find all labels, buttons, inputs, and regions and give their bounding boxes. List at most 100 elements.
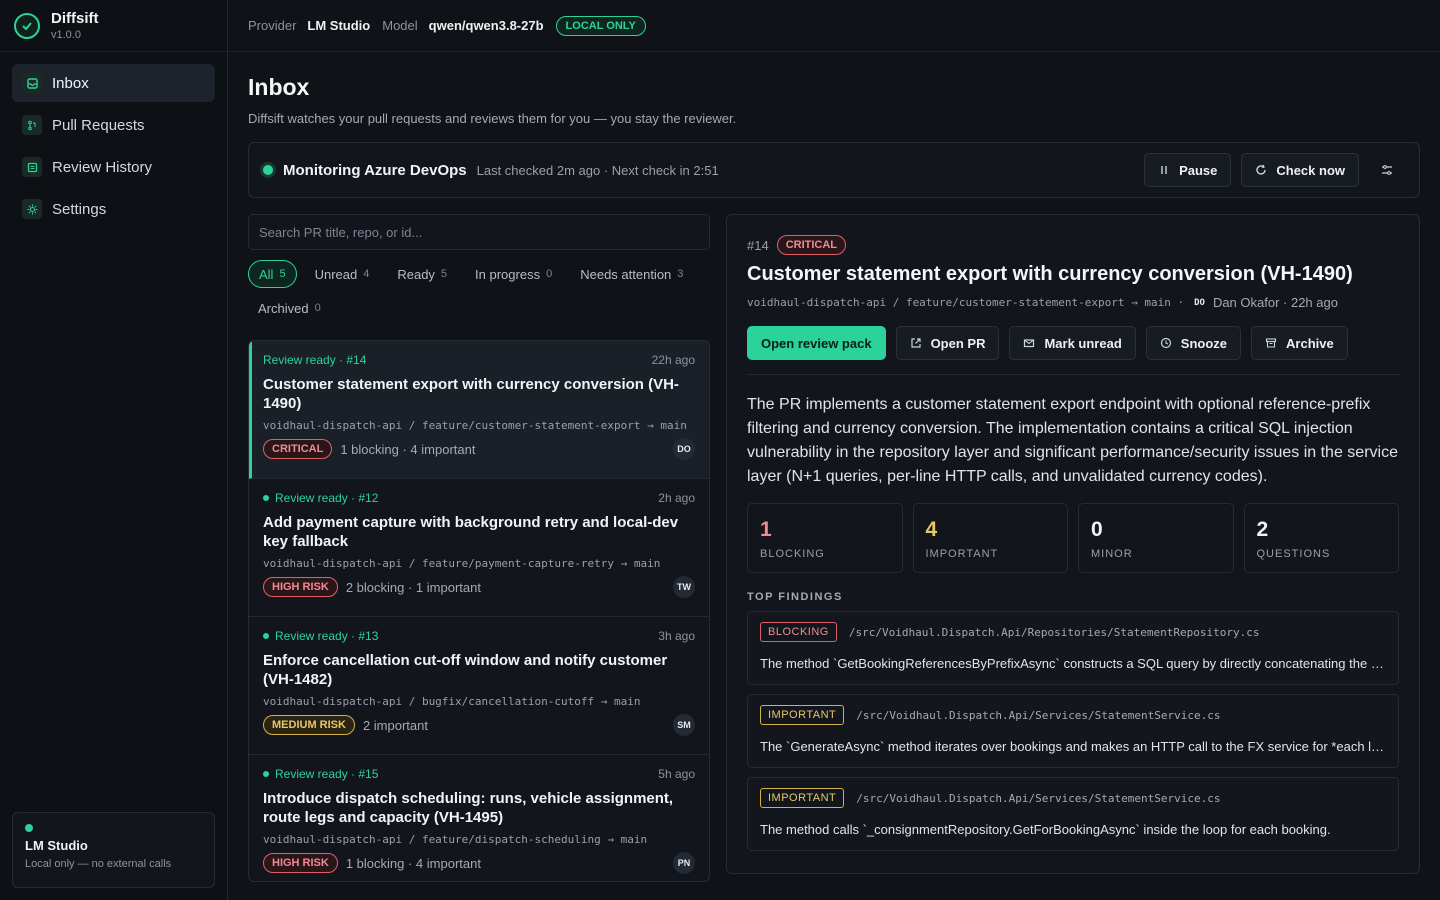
pr-title: Introduce dispatch scheduling: runs, veh… [263, 790, 674, 826]
avatar: SM [673, 714, 695, 736]
filter-archived[interactable]: Archived 0 [248, 294, 331, 322]
finding-path: /src/Voidhaul.Dispatch.Api/Repositories/… [848, 625, 1260, 639]
unread-dot [263, 495, 269, 501]
filter-count: 3 [677, 268, 684, 280]
pr-time: 5h ago [658, 767, 695, 781]
mail-icon [1024, 339, 1035, 348]
filter-needs-attention[interactable]: Needs attention 3 [570, 260, 693, 288]
open-pr-button[interactable]: Open PR [895, 326, 1000, 360]
open-review-pack-button[interactable]: Open review pack [747, 326, 886, 360]
provider-label: Provider [248, 18, 297, 33]
check-now-button[interactable]: Check now [1241, 153, 1359, 187]
provider-subtitle: Local only — no external calls [25, 858, 172, 870]
stat-value: 1 [760, 518, 772, 541]
stat-questions: 2 QUESTIONS [1243, 503, 1399, 573]
provider-status-card: LM Studio Local only — no external calls [12, 812, 215, 888]
finding-path: /src/Voidhaul.Dispatch.Api/Services/Stat… [856, 791, 1221, 805]
pr-list-pane: All 5 Unread 4 Ready 5 In progress 0 Needs a… [248, 214, 710, 882]
main-area: Provider LM Studio Model qwen/qwen3.8-27… [228, 0, 1440, 900]
open-review-label: Open review pack [761, 335, 872, 351]
pr-title: Add payment capture with background retr… [263, 514, 679, 550]
pr-detail-branch: voidhaul-dispatch-api / feature/customer… [747, 296, 1185, 309]
stat-value: 4 [925, 518, 938, 541]
filter-in-progress[interactable]: In progress 0 [465, 260, 562, 288]
sidebar-item-inbox[interactable]: Inbox [12, 64, 215, 102]
finding-severity-badge: IMPORTANT [760, 705, 845, 725]
filter-count: 5 [279, 268, 286, 280]
brand-name: Diffsift [51, 9, 99, 27]
monitor-settings-button[interactable] [1369, 153, 1405, 187]
filter-label: Ready [397, 266, 435, 282]
provider-value: LM Studio [307, 18, 371, 33]
pr-status: Review ready · #15 [275, 767, 379, 781]
filter-count: 0 [546, 268, 553, 280]
pause-icon [1161, 166, 1167, 174]
app-root: Diffsift v1.0.0 Inbox Pull Requests Revi… [0, 0, 1440, 900]
page-subtitle: Diffsift watches your pull requests and … [248, 111, 737, 126]
filter-all[interactable]: All 5 [248, 260, 297, 288]
mark-unread-label: Mark unread [1044, 335, 1122, 351]
status-dot [25, 824, 33, 832]
pause-button[interactable]: Pause [1144, 153, 1232, 187]
finding-text: The method `GetBookingReferencesByPrefix… [760, 656, 1386, 671]
snooze-button[interactable]: Snooze [1145, 326, 1242, 360]
search-input[interactable] [248, 214, 710, 250]
snooze-label: Snooze [1180, 335, 1228, 351]
avatar: DO [673, 438, 695, 460]
unread-dot [263, 771, 269, 777]
pr-status: Review ready · #12 [275, 491, 379, 505]
monitor-status-dot [263, 165, 273, 175]
findings-list: BLOCKING/src/Voidhaul.Dispatch.Api/Repos… [747, 611, 1399, 851]
filter-unread[interactable]: Unread 4 [305, 260, 380, 288]
inbox-icon [22, 73, 42, 93]
detail-actions: Open review pack Open PR Mark unread Sno… [747, 326, 1399, 375]
finding-stats: 1 BLOCKING 4 IMPORTANT 0 MINOR 2 QUESTIO… [747, 503, 1399, 573]
sidebar-item-label: Inbox [52, 74, 89, 92]
page-title: Inbox [248, 74, 310, 100]
pr-title: Enforce cancellation cut-off window and … [263, 652, 668, 688]
finding-severity-badge: BLOCKING [760, 622, 837, 642]
finding-path: /src/Voidhaul.Dispatch.Api/Services/Stat… [856, 708, 1221, 722]
top-findings-title: TOP FINDINGS [747, 591, 843, 603]
pr-time: 2h ago [658, 491, 695, 505]
monitor-title: Monitoring Azure DevOps [283, 161, 467, 179]
stat-label: IMPORTANT [925, 548, 999, 560]
finding-text: The method calls `_consignmentRepository… [760, 822, 1331, 837]
filter-count: 0 [314, 302, 321, 314]
model-value: qwen/qwen3.8-27b [428, 18, 544, 33]
stat-important: 4 IMPORTANT [912, 503, 1068, 573]
pr-list-item[interactable]: Review ready · #15 5h ago Introduce dispa… [249, 755, 709, 881]
provider-name: LM Studio [25, 838, 88, 853]
pr-status: Review ready · #14 [263, 353, 367, 367]
pr-branch: voidhaul-dispatch-api / feature/customer… [263, 419, 687, 432]
settings-icon [22, 199, 42, 219]
sidebar-item-settings[interactable]: Settings [12, 190, 215, 228]
mark-unread-button[interactable]: Mark unread [1009, 326, 1136, 360]
author-meta: Dan Okafor · 22h ago [1212, 295, 1338, 310]
sidebar-item-pull-requests[interactable]: Pull Requests [12, 106, 215, 144]
pr-summary: 2 blocking · 1 important [345, 579, 481, 595]
external-link-icon [910, 338, 921, 348]
stat-blocking: 1 BLOCKING [747, 503, 903, 573]
finding-item[interactable]: BLOCKING/src/Voidhaul.Dispatch.Api/Repos… [747, 611, 1399, 685]
pr-list-item[interactable]: Review ready · #12 2h ago Add payment cap… [249, 479, 709, 617]
author-avatar: DO [1194, 297, 1205, 308]
pr-title: Customer statement export with currency … [263, 376, 679, 412]
archive-button[interactable]: Archive [1251, 326, 1348, 360]
pr-list-item[interactable]: Review ready · #14 22h ago Customer state… [249, 341, 709, 479]
stat-minor: 0 MINOR [1078, 503, 1234, 573]
pr-list: Review ready · #14 22h ago Customer state… [248, 340, 710, 882]
finding-item[interactable]: IMPORTANT/src/Voidhaul.Dispatch.Api/Serv… [747, 777, 1399, 851]
stat-label: QUESTIONS [1256, 548, 1331, 560]
avatar: TW [673, 576, 695, 598]
pause-label: Pause [1179, 162, 1218, 178]
pr-list-item[interactable]: Review ready · #13 3h ago Enforce cancell… [249, 617, 709, 755]
filter-label: Archived [258, 300, 309, 316]
pr-status: Review ready · #13 [275, 629, 379, 643]
finding-item[interactable]: IMPORTANT/src/Voidhaul.Dispatch.Api/Serv… [747, 694, 1399, 768]
filter-ready[interactable]: Ready 5 [387, 260, 457, 288]
finding-text: The `GenerateAsync` method iterates over… [760, 739, 1386, 754]
unread-dot [263, 633, 269, 639]
sliders-icon [1382, 165, 1392, 175]
sidebar-item-review-history[interactable]: Review History [12, 148, 215, 186]
